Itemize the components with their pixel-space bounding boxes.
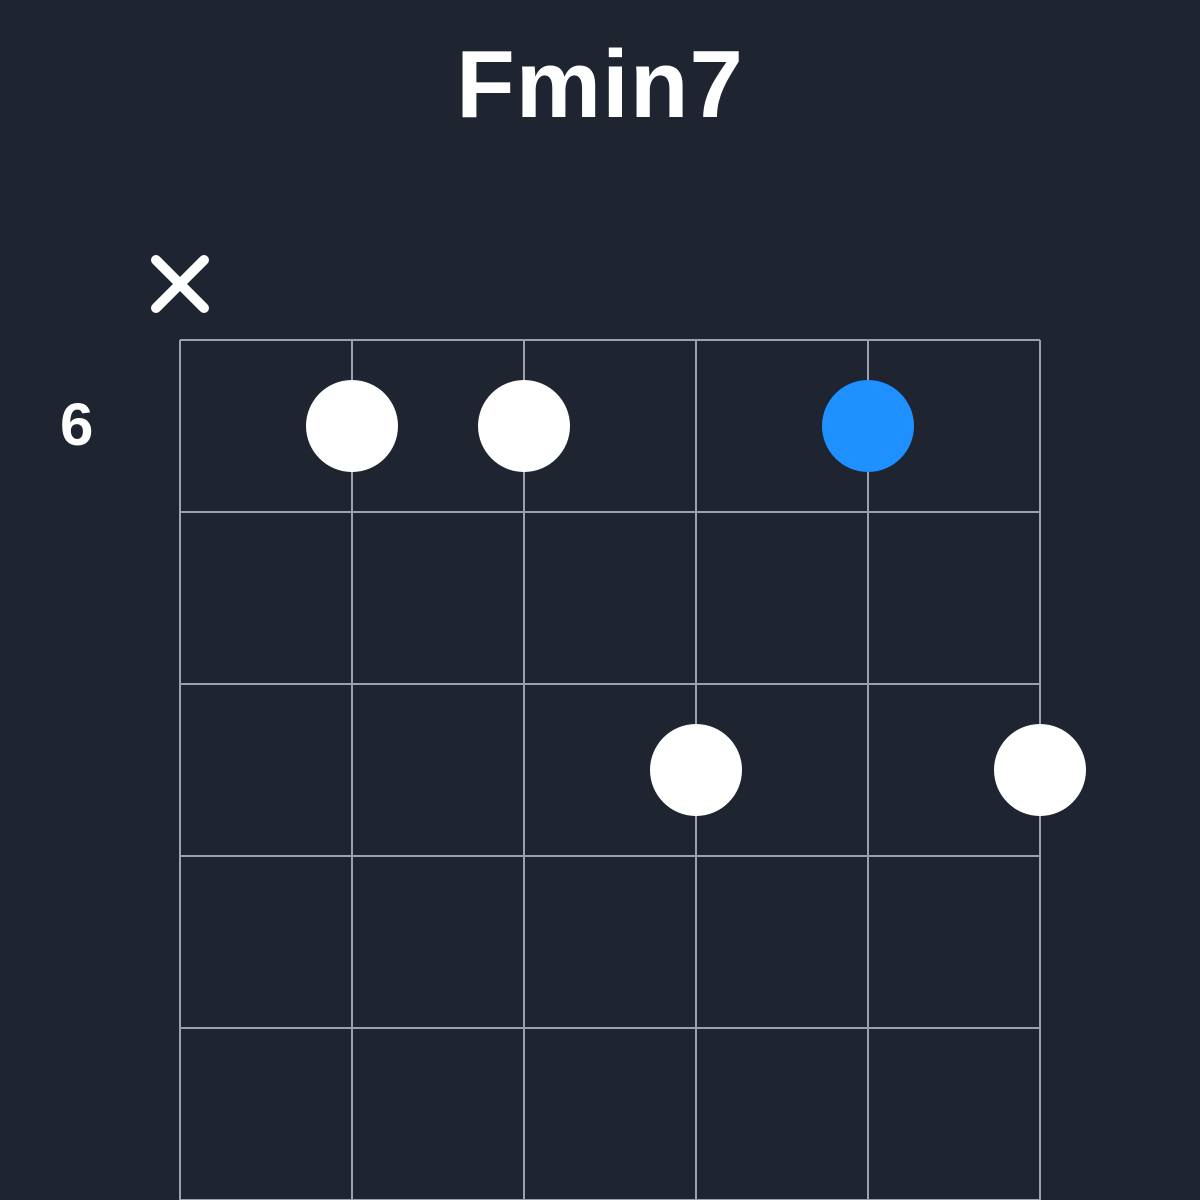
finger-dot: [994, 724, 1086, 816]
root-dot: [822, 380, 914, 472]
finger-dot: [306, 380, 398, 472]
finger-dot: [650, 724, 742, 816]
fretboard-grid: [0, 0, 1200, 1200]
chord-diagram: Fmin7 6: [0, 0, 1200, 1200]
finger-dot: [478, 380, 570, 472]
start-fret-label: 6: [60, 390, 93, 459]
mute-x-icon: [156, 260, 204, 308]
